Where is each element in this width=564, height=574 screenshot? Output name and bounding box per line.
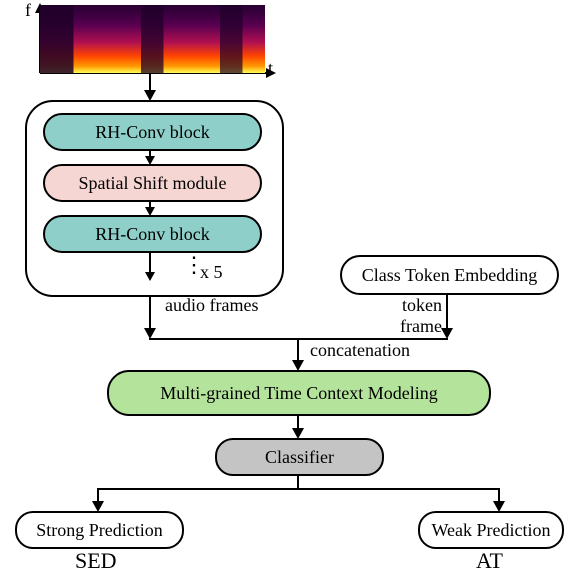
weak-prediction: Weak Prediction	[418, 511, 564, 549]
multi-grained-time-context-modeling: Multi-grained Time Context Modeling	[107, 370, 491, 416]
split-h-line	[97, 488, 500, 490]
classifier-label: Classifier	[265, 447, 334, 468]
rh-conv-block-1: RH-Conv block	[43, 113, 262, 151]
arrow-audio-frames-line	[149, 295, 151, 330]
concat-label: concatenation	[310, 340, 410, 361]
rh-conv-1-label: RH-Conv block	[95, 122, 210, 143]
at-label: AT	[476, 548, 503, 574]
repeat-label: x 5	[200, 262, 223, 283]
arrow-token-frame-line	[446, 293, 448, 330]
sed-label: SED	[75, 548, 117, 574]
classifier: Classifier	[215, 438, 384, 476]
mgtcm-label: Multi-grained Time Context Modeling	[160, 383, 438, 404]
class-token-label: Class Token Embedding	[362, 265, 537, 286]
rh-conv-block-2: RH-Conv block	[43, 215, 262, 253]
token-frame-label: token frame	[362, 295, 442, 337]
strong-prediction: Strong Prediction	[15, 511, 184, 549]
weak-prediction-label: Weak Prediction	[431, 520, 550, 541]
spectrogram-image	[40, 5, 265, 73]
rh-conv-2-label: RH-Conv block	[95, 224, 210, 245]
audio-frames-label: audio frames	[165, 295, 258, 316]
f-axis-label: f	[25, 0, 31, 21]
strong-prediction-label: Strong Prediction	[36, 520, 163, 541]
class-token-embedding: Class Token Embedding	[340, 255, 559, 295]
spatial-shift-module: Spatial Shift module	[43, 164, 262, 202]
arrow-rh2-out-head-icon	[145, 272, 155, 281]
arrow-rh2-out	[149, 251, 151, 273]
spatial-shift-label: Spatial Shift module	[79, 173, 227, 194]
arrow-concat-line	[297, 338, 299, 362]
t-axis-label: t	[268, 58, 273, 79]
